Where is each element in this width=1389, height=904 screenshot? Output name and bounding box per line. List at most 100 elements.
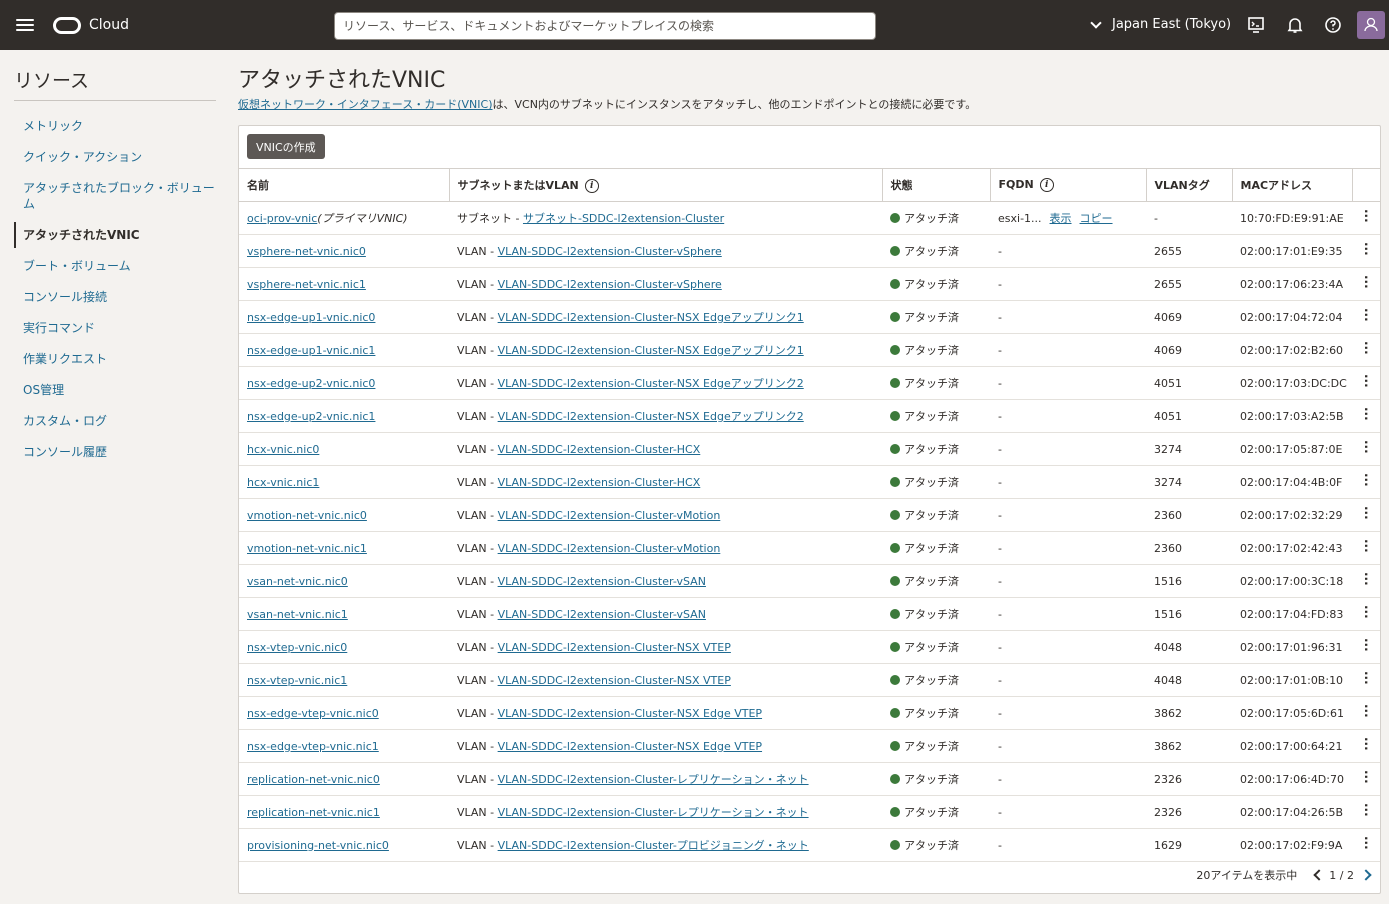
- vnic-name-link[interactable]: nsx-edge-vtep-vnic.nic0: [247, 707, 379, 720]
- network-link[interactable]: VLAN-SDDC-l2extension-Cluster-vSphere: [498, 245, 722, 258]
- cell-vlan-tag: 2655: [1146, 234, 1232, 268]
- network-link[interactable]: VLAN-SDDC-l2extension-Cluster-vSAN: [498, 608, 706, 621]
- sidebar-item[interactable]: カスタム・ログ: [14, 408, 216, 434]
- row-actions-menu-icon[interactable]: ···: [1352, 564, 1380, 598]
- network-link[interactable]: VLAN-SDDC-l2extension-Cluster-vMotion: [498, 542, 721, 555]
- network-link[interactable]: VLAN-SDDC-l2extension-Cluster-レプリケーション・ネ…: [498, 806, 809, 819]
- cloud-shell-icon[interactable]: [1246, 15, 1266, 35]
- row-actions-menu-icon[interactable]: ···: [1352, 201, 1380, 235]
- sidebar-item[interactable]: コンソール履歴: [14, 439, 216, 465]
- cell-vlan-tag: 4051: [1146, 399, 1232, 433]
- sidebar-item[interactable]: アタッチされたブロック・ボリューム: [14, 175, 216, 217]
- network-link[interactable]: VLAN-SDDC-l2extension-Cluster-NSX Edgeアッ…: [498, 344, 804, 357]
- cell-name: nsx-vtep-vnic.nic1: [239, 663, 449, 697]
- status-dot-icon: [890, 312, 900, 322]
- network-link[interactable]: VLAN-SDDC-l2extension-Cluster-NSX VTEP: [498, 674, 731, 687]
- vnic-name-link[interactable]: replication-net-vnic.nic1: [247, 806, 380, 819]
- help-icon[interactable]: [1323, 15, 1343, 35]
- vnic-name-link[interactable]: vmotion-net-vnic.nic1: [247, 542, 367, 555]
- fqdn-copy-link[interactable]: コピー: [1080, 212, 1113, 225]
- row-actions-menu-icon[interactable]: ···: [1352, 498, 1380, 532]
- info-icon[interactable]: i: [1039, 178, 1054, 192]
- network-link[interactable]: サブネット-SDDC-l2extension-Cluster: [523, 212, 724, 225]
- cell-vlan-tag: 2655: [1146, 267, 1232, 301]
- network-link[interactable]: VLAN-SDDC-l2extension-Cluster-NSX Edge V…: [498, 740, 762, 753]
- vnic-name-link[interactable]: nsx-edge-up2-vnic.nic0: [247, 377, 375, 390]
- network-link[interactable]: VLAN-SDDC-l2extension-Cluster-レプリケーション・ネ…: [498, 773, 809, 786]
- row-actions-menu-icon[interactable]: ···: [1352, 663, 1380, 697]
- column-header-name[interactable]: 名前: [239, 168, 450, 202]
- row-actions-menu-icon[interactable]: ···: [1352, 828, 1380, 862]
- vnic-name-link[interactable]: nsx-edge-up1-vnic.nic1: [247, 344, 375, 357]
- row-actions-menu-icon[interactable]: ···: [1352, 267, 1380, 301]
- row-actions-menu-icon[interactable]: ···: [1352, 399, 1380, 433]
- row-actions-menu-icon[interactable]: ···: [1352, 333, 1380, 367]
- network-link[interactable]: VLAN-SDDC-l2extension-Cluster-NSX Edgeアッ…: [498, 377, 804, 390]
- network-link[interactable]: VLAN-SDDC-l2extension-Cluster-NSX VTEP: [498, 641, 731, 654]
- vnic-name-link[interactable]: nsx-edge-up1-vnic.nic0: [247, 311, 375, 324]
- row-actions-menu-icon[interactable]: ···: [1352, 366, 1380, 400]
- search-input[interactable]: [334, 12, 876, 40]
- row-actions-menu-icon[interactable]: ···: [1352, 795, 1380, 829]
- oracle-logo-icon[interactable]: [53, 17, 81, 34]
- column-header-subnet[interactable]: サブネットまたはVLAN i: [449, 168, 883, 202]
- row-actions-menu-icon[interactable]: ···: [1352, 762, 1380, 796]
- vnic-name-link[interactable]: nsx-vtep-vnic.nic1: [247, 674, 347, 687]
- network-link[interactable]: VLAN-SDDC-l2extension-Cluster-HCX: [498, 443, 701, 456]
- sidebar-item[interactable]: 作業リクエスト: [14, 346, 216, 372]
- vnic-name-link[interactable]: nsx-edge-up2-vnic.nic1: [247, 410, 375, 423]
- vnic-name-link[interactable]: vmotion-net-vnic.nic0: [247, 509, 367, 522]
- sidebar-item[interactable]: OS管理: [14, 377, 216, 403]
- vnic-name-link[interactable]: vsan-net-vnic.nic1: [247, 608, 348, 621]
- vnic-name-link[interactable]: nsx-edge-vtep-vnic.nic1: [247, 740, 379, 753]
- row-actions-menu-icon[interactable]: ···: [1352, 597, 1380, 631]
- sidebar-item[interactable]: ブート・ボリューム: [14, 253, 216, 279]
- chevron-right-icon[interactable]: [1360, 869, 1372, 881]
- sidebar-item[interactable]: アタッチされたVNIC: [14, 222, 216, 248]
- column-header-mac[interactable]: MACアドレス: [1232, 168, 1353, 202]
- vnic-name-link[interactable]: nsx-vtep-vnic.nic0: [247, 641, 347, 654]
- notification-bell-icon[interactable]: [1285, 15, 1305, 35]
- row-actions-menu-icon[interactable]: ···: [1352, 729, 1380, 763]
- fqdn-show-link[interactable]: 表示: [1050, 212, 1072, 225]
- column-header-fqdn[interactable]: FQDN i: [990, 168, 1147, 202]
- sidebar-item[interactable]: 実行コマンド: [14, 315, 216, 341]
- network-link[interactable]: VLAN-SDDC-l2extension-Cluster-NSX Edge V…: [498, 707, 762, 720]
- network-link[interactable]: VLAN-SDDC-l2extension-Cluster-vMotion: [498, 509, 721, 522]
- network-link[interactable]: VLAN-SDDC-l2extension-Cluster-vSphere: [498, 278, 722, 291]
- sidebar-item[interactable]: コンソール接続: [14, 284, 216, 310]
- vnic-name-link[interactable]: hcx-vnic.nic1: [247, 476, 319, 489]
- row-actions-menu-icon[interactable]: ···: [1352, 234, 1380, 268]
- column-header-vlan-tag[interactable]: VLANタグ: [1146, 168, 1233, 202]
- network-link[interactable]: VLAN-SDDC-l2extension-Cluster-vSAN: [498, 575, 706, 588]
- vnic-name-link[interactable]: hcx-vnic.nic0: [247, 443, 319, 456]
- fqdn-value: -: [998, 574, 1002, 588]
- vnic-name-link[interactable]: provisioning-net-vnic.nic0: [247, 839, 389, 852]
- brand-label[interactable]: Cloud: [89, 17, 129, 33]
- row-actions-menu-icon[interactable]: ···: [1352, 432, 1380, 466]
- row-actions-menu-icon[interactable]: ···: [1352, 531, 1380, 565]
- network-link[interactable]: VLAN-SDDC-l2extension-Cluster-HCX: [498, 476, 701, 489]
- vnic-name-link[interactable]: oci-prov-vnic: [247, 212, 317, 225]
- vnic-name-link[interactable]: vsphere-net-vnic.nic1: [247, 278, 366, 291]
- network-link[interactable]: VLAN-SDDC-l2extension-Cluster-NSX Edgeアッ…: [498, 410, 804, 423]
- vnic-name-link[interactable]: replication-net-vnic.nic0: [247, 773, 380, 786]
- network-link[interactable]: VLAN-SDDC-l2extension-Cluster-プロビジョニング・ネ…: [498, 839, 809, 852]
- vnic-doc-link[interactable]: 仮想ネットワーク・インタフェース・カード(VNIC): [238, 98, 493, 111]
- sidebar-item[interactable]: クイック・アクション: [14, 144, 216, 170]
- row-actions-menu-icon[interactable]: ···: [1352, 630, 1380, 664]
- vnic-name-link[interactable]: vsan-net-vnic.nic0: [247, 575, 348, 588]
- sidebar-item[interactable]: メトリック: [14, 113, 216, 139]
- info-icon[interactable]: i: [584, 179, 599, 193]
- hamburger-menu-icon[interactable]: [14, 16, 36, 34]
- row-actions-menu-icon[interactable]: ···: [1352, 465, 1380, 499]
- region-selector[interactable]: Japan East (Tokyo): [1090, 16, 1231, 32]
- chevron-left-icon[interactable]: [1313, 869, 1325, 881]
- row-actions-menu-icon[interactable]: ···: [1352, 696, 1380, 730]
- column-header-state[interactable]: 状態: [882, 168, 991, 202]
- profile-avatar[interactable]: [1357, 11, 1385, 39]
- vnic-name-link[interactable]: vsphere-net-vnic.nic0: [247, 245, 366, 258]
- row-actions-menu-icon[interactable]: ···: [1352, 300, 1380, 334]
- network-link[interactable]: VLAN-SDDC-l2extension-Cluster-NSX Edgeアッ…: [498, 311, 804, 324]
- create-vnic-button[interactable]: VNICの作成: [247, 134, 325, 159]
